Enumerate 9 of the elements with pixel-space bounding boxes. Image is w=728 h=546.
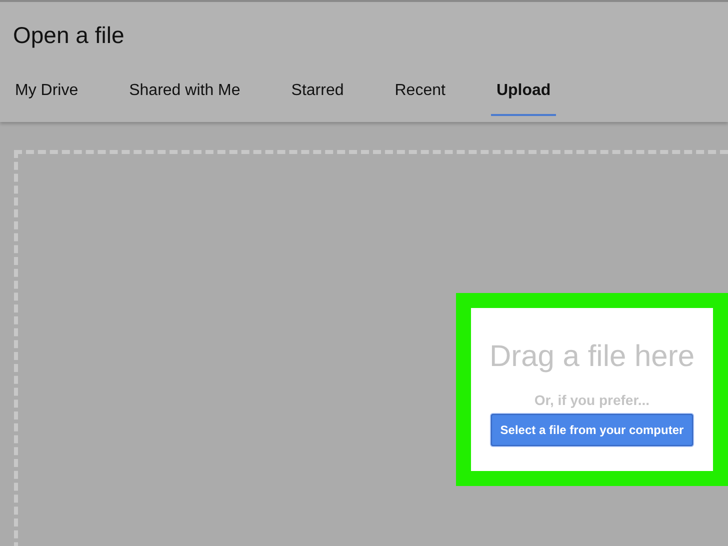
tab[interactable]: Upload	[491, 82, 556, 116]
select-file-button[interactable]: Select a file from your computer	[491, 414, 693, 446]
tab[interactable]: My Drive	[10, 82, 84, 116]
prefer-text: Or, if you prefer...	[534, 392, 650, 408]
drag-heading: Drag a file here	[489, 340, 695, 374]
tab[interactable]: Starred	[286, 82, 349, 116]
window-title: Open a file	[12, 21, 126, 50]
tab[interactable]: Recent	[390, 82, 450, 116]
tab[interactable]: Shared with Me	[124, 82, 246, 116]
